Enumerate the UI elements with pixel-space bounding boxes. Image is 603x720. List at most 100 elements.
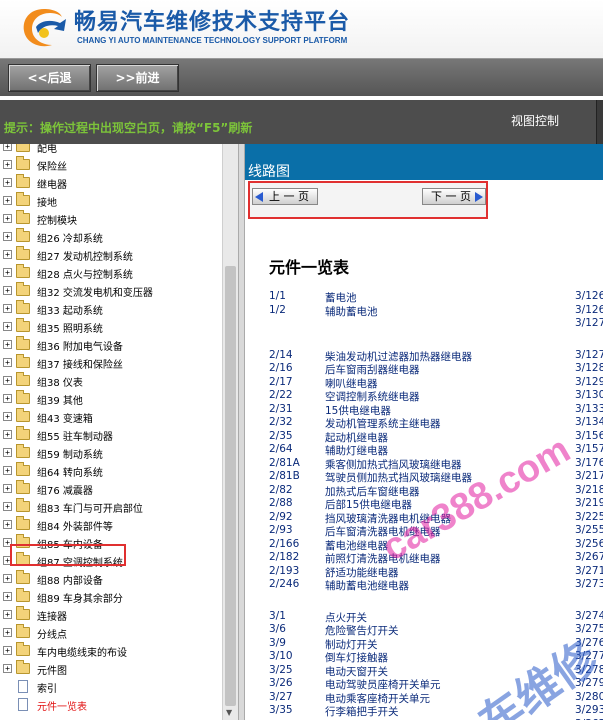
expand-icon[interactable]: + [3, 574, 12, 583]
tree-item[interactable]: + 组88 内部设备 [0, 570, 222, 588]
list-item[interactable]: 3/10 倒车灯接触器 3/277 [245, 650, 603, 664]
expand-icon[interactable]: + [3, 502, 12, 511]
expand-icon[interactable]: + [3, 144, 12, 151]
list-item[interactable]: 3/1 点火开关 3/274 [245, 610, 603, 624]
tree-item[interactable]: + 接地 [0, 192, 222, 210]
tree-item[interactable]: + 组37 接线和保险丝 [0, 354, 222, 372]
tree-item[interactable]: + 控制模块 [0, 210, 222, 228]
tree-item[interactable]: + 组59 制动系统 [0, 444, 222, 462]
tree-item-label: 组37 接线和保险丝 [37, 360, 123, 371]
expand-icon[interactable]: + [3, 430, 12, 439]
tree-item[interactable]: + 组64 转向系统 [0, 462, 222, 480]
tree-item[interactable]: + 配电 [0, 144, 222, 156]
expand-icon[interactable]: + [3, 646, 12, 655]
tree-item[interactable]: + 组32 交流发电机和变压器 [0, 282, 222, 300]
list-item[interactable]: 1/1 蓄电池 3/126 [245, 290, 603, 304]
tree-item[interactable]: + 组33 起动系统 [0, 300, 222, 318]
tree-item[interactable]: + 元件图 [0, 660, 222, 678]
list-item[interactable]: 3/127 [245, 317, 603, 330]
expand-icon[interactable]: + [3, 520, 12, 529]
list-item[interactable]: 2/22 空调控制系统继电器 3/130 [245, 389, 603, 403]
tree-scrollbar[interactable]: ▼ [222, 144, 238, 720]
tree-item[interactable]: + 车内电缆线束的布设 [0, 642, 222, 660]
list-item[interactable]: 2/93 后车窗清洗器电机继电器 3/255 [245, 524, 603, 538]
list-item[interactable]: 2/92 挡风玻璃清洗器电机继电器 3/225 [245, 511, 603, 525]
view-control-button[interactable]: 视图控制 [511, 112, 559, 129]
expand-icon[interactable]: + [3, 214, 12, 223]
list-item[interactable]: 3/6 危险警告灯开关 3/275 [245, 623, 603, 637]
expand-icon[interactable]: + [3, 358, 12, 367]
list-item[interactable]: 2/64 辅助灯继电器 3/157 [245, 443, 603, 457]
tree-item[interactable]: + 组43 变速箱 [0, 408, 222, 426]
expand-icon[interactable]: + [3, 664, 12, 673]
document-icon [18, 698, 28, 711]
expand-icon[interactable]: + [3, 376, 12, 385]
list-item[interactable]: 2/82 加热式后车窗继电器 3/218 [245, 484, 603, 498]
expand-icon[interactable]: + [3, 592, 12, 601]
expand-icon[interactable]: + [3, 340, 12, 349]
expand-icon[interactable]: + [3, 178, 12, 187]
list-item[interactable]: 2/88 后部15供电继电器 3/219 [245, 497, 603, 511]
expand-icon[interactable]: + [3, 394, 12, 403]
expand-icon[interactable]: + [3, 322, 12, 331]
tree-item[interactable]: 索引 [0, 678, 222, 696]
expand-icon[interactable]: + [3, 232, 12, 241]
list-item[interactable]: 2/81B 驾驶员侧加热式挡风玻璃继电器 3/217 [245, 470, 603, 484]
forward-button[interactable]: >>前进 [96, 64, 179, 92]
expand-icon[interactable]: + [3, 304, 12, 313]
expand-icon[interactable]: + [3, 448, 12, 457]
expand-icon[interactable]: + [3, 484, 12, 493]
list-item[interactable]: 3/9 制动灯开关 3/276 [245, 637, 603, 651]
tree-item[interactable]: + 继电器 [0, 174, 222, 192]
scroll-down-arrow-icon[interactable]: ▼ [226, 708, 232, 717]
tree-item[interactable]: + 组38 仪表 [0, 372, 222, 390]
list-item[interactable]: 2/246 辅助蓄电池继电器 3/273 [245, 578, 603, 592]
list-item[interactable]: 2/17 喇叭继电器 3/129 [245, 376, 603, 390]
list-item[interactable]: 3/26 电动驾驶员座椅开关单元 3/279 [245, 677, 603, 691]
tree-item[interactable]: + 组36 附加电气设备 [0, 336, 222, 354]
tree-item[interactable]: + 组83 车门与可开启部位 [0, 498, 222, 516]
expand-icon[interactable]: + [3, 160, 12, 169]
list-item[interactable]: 3/27 电动乘客座椅开关单元 3/280 [245, 691, 603, 705]
list-item[interactable]: 2/35 起动机继电器 3/156 [245, 430, 603, 444]
tree-item[interactable]: + 组26 冷却系统 [0, 228, 222, 246]
tree-item[interactable]: + 组89 车身其余部分 [0, 588, 222, 606]
tree-item[interactable]: + 组76 减震器 [0, 480, 222, 498]
tree-item[interactable]: + 组27 发动机控制系统 [0, 246, 222, 264]
component-id: 2/31 [269, 402, 293, 415]
tree-item[interactable]: + 分线点 [0, 624, 222, 642]
expand-icon[interactable]: + [3, 286, 12, 295]
expand-icon[interactable]: + [3, 628, 12, 637]
page-navigator: 上 一 页 下 一 页 [248, 181, 488, 219]
list-item[interactable]: 1/2 辅助蓄电池 3/126 [245, 304, 603, 318]
list-item[interactable]: 2/193 舒适功能继电器 3/271 [245, 565, 603, 579]
list-item[interactable]: 2/81A 乘客侧加热式挡风玻璃继电器 3/176 [245, 457, 603, 471]
tree-item[interactable]: + 组28 点火与控制系统 [0, 264, 222, 282]
tree-item[interactable]: + 保险丝 [0, 156, 222, 174]
expand-icon[interactable]: + [3, 466, 12, 475]
tree-item[interactable]: + 组35 照明系统 [0, 318, 222, 336]
list-item[interactable]: 2/16 后车窗雨刮器继电器 3/128 [245, 362, 603, 376]
list-item[interactable]: 2/166 蓄电池继电器 3/256 [245, 538, 603, 552]
expand-icon[interactable]: + [3, 610, 12, 619]
list-item[interactable]: 3/35 行李箱把手开关 3/293 [245, 704, 603, 718]
previous-page-button[interactable]: 上 一 页 [252, 188, 318, 205]
tree-item[interactable]: + 连接器 [0, 606, 222, 624]
list-item[interactable]: 2/14 柴油发动机过滤器加热器继电器 3/127 [245, 349, 603, 363]
back-button[interactable]: <<后退 [8, 64, 91, 92]
expand-icon[interactable]: + [3, 250, 12, 259]
panel-divider[interactable] [238, 144, 245, 720]
list-item[interactable]: 2/31 15供电继电器 3/133 [245, 402, 603, 417]
expand-icon[interactable]: + [3, 196, 12, 205]
next-page-button[interactable]: 下 一 页 [422, 188, 486, 205]
list-item[interactable]: 2/32 发动机管理系统主继电器 3/134 [245, 416, 603, 430]
tree-item[interactable]: + 组55 驻车制动器 [0, 426, 222, 444]
tree-item[interactable]: + 组39 其他 [0, 390, 222, 408]
list-item[interactable]: 2/182 前照灯清洗器电机继电器 3/267 [245, 551, 603, 565]
tree-item[interactable]: + 组84 外装部件等 [0, 516, 222, 534]
scrollbar-thumb[interactable] [225, 266, 236, 706]
list-item[interactable]: 3/25 电动天窗开关 3/278 [245, 664, 603, 678]
expand-icon[interactable]: + [3, 268, 12, 277]
tree-item[interactable]: 元件一览表 [0, 696, 222, 714]
expand-icon[interactable]: + [3, 412, 12, 421]
